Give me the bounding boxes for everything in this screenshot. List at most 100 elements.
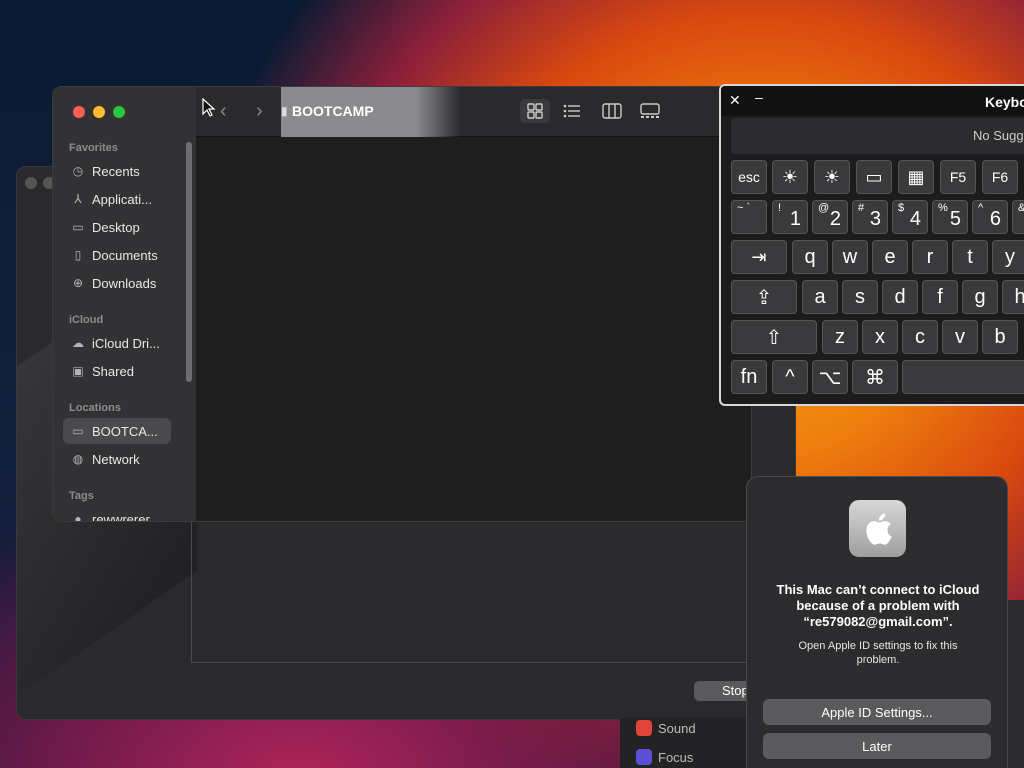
finder-content-area[interactable] [196, 137, 751, 521]
key-brightness-up[interactable]: ☀ [814, 160, 850, 194]
key-7[interactable]: & [1012, 200, 1024, 234]
key-d[interactable]: d [882, 280, 918, 314]
clock-icon: ◷ [72, 164, 84, 178]
sidebar-item-tag[interactable]: ● rewwrerer [63, 506, 171, 522]
icloud-alert-dialog: This Mac can’t connect to iCloud because… [746, 476, 1008, 768]
sidebar-section-locations: Locations [69, 402, 121, 414]
sidebar-item-label: Downloads [92, 275, 157, 291]
key-sub-label: ! [778, 202, 782, 214]
sidebar-item-recents[interactable]: ◷ Recents [63, 158, 171, 184]
key-t[interactable]: t [952, 240, 988, 274]
sidebar-item-documents[interactable]: ▯ Documents [63, 242, 171, 268]
forward-arrow-icon[interactable]: › [256, 100, 263, 123]
key-6[interactable]: ^ 6 [972, 200, 1008, 234]
desktop-icon: ▭ [72, 220, 84, 234]
finder-sidebar: Favorites ◷ Recents ⅄ Applicati... ▭ Des… [53, 87, 196, 522]
sidebar-item-label: rewwrerer [92, 511, 150, 522]
moon-icon [636, 749, 652, 765]
sidebar-item-label: Shared [92, 363, 134, 379]
minimize-button[interactable] [93, 106, 105, 118]
key-control[interactable]: ^ [772, 360, 808, 394]
sidebar-scrollbar[interactable] [186, 142, 192, 382]
key-w[interactable]: w [832, 240, 868, 274]
key-5[interactable]: % 5 [932, 200, 968, 234]
key-tab[interactable]: ⇥ [731, 240, 787, 274]
key-f5[interactable]: F5 [940, 160, 976, 194]
key-y[interactable]: y [992, 240, 1024, 274]
key-main-label: 5 [949, 208, 961, 230]
key-e[interactable]: e [872, 240, 908, 274]
sidebar-item-label: iCloud Dri... [92, 335, 160, 351]
sidebar-section-icloud: iCloud [69, 314, 104, 326]
key-main-label: 4 [909, 208, 921, 230]
key-b[interactable]: b [982, 320, 1018, 354]
column-view-button[interactable] [597, 99, 627, 123]
close-icon[interactable]: ✕ [729, 92, 741, 109]
list-view-button[interactable] [557, 99, 587, 123]
key-2[interactable]: @ 2 [812, 200, 848, 234]
drive-icon: ▭ [72, 424, 84, 438]
settings-sidebar-fragment: Sound Focus [620, 718, 760, 768]
key-f[interactable]: f [922, 280, 958, 314]
key-s[interactable]: s [842, 280, 878, 314]
key-caps-lock[interactable]: ⇪ [731, 280, 797, 314]
key-r[interactable]: r [912, 240, 948, 274]
key-sub-label: ^ [978, 202, 984, 214]
back-arrow-icon[interactable]: ‹ [220, 100, 227, 123]
settings-item-sound[interactable]: Sound [636, 720, 696, 736]
sidebar-item-applications[interactable]: ⅄ Applicati... [63, 186, 171, 212]
key-esc[interactable]: esc [731, 160, 767, 194]
key-brightness-down[interactable]: ☀ [772, 160, 808, 194]
key-v[interactable]: v [942, 320, 978, 354]
key-command[interactable]: ⌘ [852, 360, 898, 394]
key-x[interactable]: x [862, 320, 898, 354]
key-q[interactable]: q [792, 240, 828, 274]
sidebar-item-desktop[interactable]: ▭ Desktop [63, 214, 171, 240]
sidebar-item-icloud-drive[interactable]: ☁ iCloud Dri... [63, 330, 171, 356]
minimize-icon[interactable]: – [755, 89, 763, 105]
zoom-button[interactable] [113, 106, 125, 118]
key-option[interactable]: ⌥ [812, 360, 848, 394]
keyboard-viewer-window: ✕ – Keybo No Sugge esc ☀ ☀ ▭ ▦ F5 F6 ~ `… [719, 84, 1024, 406]
later-button[interactable]: Later [763, 733, 991, 759]
cloud-icon: ☁ [72, 336, 84, 350]
key-sub-label: ~ ` [737, 202, 751, 214]
key-1[interactable]: ! 1 [772, 200, 808, 234]
background-content-frame [191, 521, 751, 663]
settings-item-focus[interactable]: Focus [636, 749, 693, 765]
key-c[interactable]: c [902, 320, 938, 354]
key-sub-label: & [1018, 202, 1024, 214]
sidebar-item-label: Recents [92, 163, 140, 179]
download-icon: ⊕ [72, 276, 84, 290]
key-g[interactable]: g [962, 280, 998, 314]
key-shift[interactable]: ⇧ [731, 320, 817, 354]
sidebar-item-shared[interactable]: ▣ Shared [63, 358, 171, 384]
key-fn[interactable]: fn [731, 360, 767, 394]
icon-view-button[interactable] [520, 99, 550, 123]
sidebar-item-network[interactable]: ◍ Network [63, 446, 171, 472]
key-launchpad[interactable]: ▦ [898, 160, 934, 194]
sidebar-item-bootcamp[interactable]: ▭ BOOTCA... [63, 418, 171, 444]
tag-dot-icon: ● [74, 512, 82, 522]
key-mission-control[interactable]: ▭ [856, 160, 892, 194]
speaker-icon [636, 720, 652, 736]
key-3[interactable]: # 3 [852, 200, 888, 234]
key-main-label: 2 [829, 208, 841, 230]
key-sub-label: @ [818, 202, 830, 214]
key-a[interactable]: a [802, 280, 838, 314]
close-button[interactable] [73, 106, 85, 118]
apple-id-settings-button[interactable]: Apple ID Settings... [763, 699, 991, 725]
key-space[interactable] [902, 360, 1024, 394]
key-f6[interactable]: F6 [982, 160, 1018, 194]
key-4[interactable]: $ 4 [892, 200, 928, 234]
shared-folder-icon: ▣ [72, 364, 84, 378]
window-control-dot[interactable] [25, 177, 37, 189]
gallery-view-button[interactable] [635, 99, 665, 123]
key-tilde[interactable]: ~ ` [731, 200, 767, 234]
drive-icon: ▮ [281, 104, 288, 118]
key-z[interactable]: z [822, 320, 858, 354]
key-sub-label: % [938, 202, 948, 214]
sidebar-item-label: Desktop [92, 219, 140, 235]
key-h[interactable]: h [1002, 280, 1024, 314]
sidebar-item-downloads[interactable]: ⊕ Downloads [63, 270, 171, 296]
